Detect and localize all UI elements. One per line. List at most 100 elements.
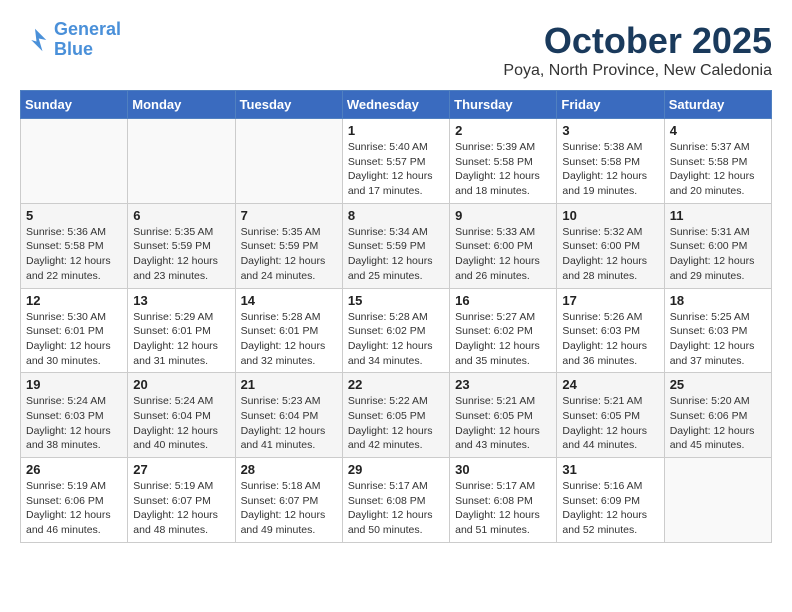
calendar-cell: 29 Sunrise: 5:17 AM Sunset: 6:08 PM Dayli… [342,458,449,543]
day-number: 9 [455,208,551,223]
calendar-cell: 1 Sunrise: 5:40 AM Sunset: 5:57 PM Daylig… [342,119,449,204]
day-info: Sunrise: 5:19 AM Sunset: 6:07 PM Dayligh… [133,479,229,538]
calendar-cell: 3 Sunrise: 5:38 AM Sunset: 5:58 PM Daylig… [557,119,664,204]
calendar-cell: 4Sunrise: 5:37 AM Sunset: 5:58 PM Daylig… [664,119,771,204]
calendar-cell: 26 Sunrise: 5:19 AM Sunset: 6:06 PM Dayli… [21,458,128,543]
title-block: October 2025 Poya, North Province, New C… [503,20,772,80]
calendar-cell: 2Sunrise: 5:39 AM Sunset: 5:58 PM Daylig… [450,119,557,204]
calendar-cell: 21 Sunrise: 5:23 AM Sunset: 6:04 PM Dayli… [235,373,342,458]
day-info: Sunrise: 5:21 AM Sunset: 6:05 PM Dayligh… [455,394,551,453]
logo-text: General Blue [54,20,121,60]
day-info: Sunrise: 5:28 AM Sunset: 6:01 PM Dayligh… [241,310,337,369]
day-number: 25 [670,377,766,392]
day-info: Sunrise: 5:28 AM Sunset: 6:02 PM Dayligh… [348,310,444,369]
location-title: Poya, North Province, New Caledonia [503,62,772,80]
calendar-cell: 24Sunrise: 5:21 AM Sunset: 6:05 PM Dayli… [557,373,664,458]
calendar-cell: 14 Sunrise: 5:28 AM Sunset: 6:01 PM Dayli… [235,288,342,373]
day-number: 18 [670,293,766,308]
day-number: 28 [241,462,337,477]
day-info: Sunrise: 5:37 AM Sunset: 5:58 PM Dayligh… [670,140,766,199]
day-info: Sunrise: 5:40 AM Sunset: 5:57 PM Dayligh… [348,140,444,199]
day-number: 1 [348,123,444,138]
calendar-week-row: 1 Sunrise: 5:40 AM Sunset: 5:57 PM Daylig… [21,119,772,204]
day-number: 7 [241,208,337,223]
calendar-cell: 27 Sunrise: 5:19 AM Sunset: 6:07 PM Dayli… [128,458,235,543]
day-info: Sunrise: 5:20 AM Sunset: 6:06 PM Dayligh… [670,394,766,453]
day-number: 23 [455,377,551,392]
day-info: Sunrise: 5:39 AM Sunset: 5:58 PM Dayligh… [455,140,551,199]
day-number: 8 [348,208,444,223]
calendar-cell: 30 Sunrise: 5:17 AM Sunset: 6:08 PM Dayli… [450,458,557,543]
calendar-cell: 16 Sunrise: 5:27 AM Sunset: 6:02 PM Dayli… [450,288,557,373]
calendar-cell: 19Sunrise: 5:24 AM Sunset: 6:03 PM Dayli… [21,373,128,458]
calendar-table: SundayMondayTuesdayWednesdayThursdayFrid… [20,90,772,543]
day-number: 26 [26,462,122,477]
calendar-cell: 8 Sunrise: 5:34 AM Sunset: 5:59 PM Daylig… [342,203,449,288]
day-info: Sunrise: 5:23 AM Sunset: 6:04 PM Dayligh… [241,394,337,453]
day-info: Sunrise: 5:35 AM Sunset: 5:59 PM Dayligh… [133,225,229,284]
day-info: Sunrise: 5:17 AM Sunset: 6:08 PM Dayligh… [348,479,444,538]
logo-icon [20,25,50,55]
day-number: 6 [133,208,229,223]
day-info: Sunrise: 5:19 AM Sunset: 6:06 PM Dayligh… [26,479,122,538]
day-number: 29 [348,462,444,477]
logo: General Blue [20,20,121,60]
day-number: 20 [133,377,229,392]
calendar-cell: 5 Sunrise: 5:36 AM Sunset: 5:58 PM Daylig… [21,203,128,288]
day-number: 13 [133,293,229,308]
day-info: Sunrise: 5:27 AM Sunset: 6:02 PM Dayligh… [455,310,551,369]
day-info: Sunrise: 5:31 AM Sunset: 6:00 PM Dayligh… [670,225,766,284]
weekday-header: Friday [557,91,664,119]
day-info: Sunrise: 5:38 AM Sunset: 5:58 PM Dayligh… [562,140,658,199]
calendar-cell: 17Sunrise: 5:26 AM Sunset: 6:03 PM Dayli… [557,288,664,373]
weekday-header: Monday [128,91,235,119]
day-number: 17 [562,293,658,308]
day-number: 22 [348,377,444,392]
calendar-week-row: 26 Sunrise: 5:19 AM Sunset: 6:06 PM Dayli… [21,458,772,543]
day-number: 14 [241,293,337,308]
calendar-cell: 23 Sunrise: 5:21 AM Sunset: 6:05 PM Dayli… [450,373,557,458]
calendar-cell: 20 Sunrise: 5:24 AM Sunset: 6:04 PM Dayli… [128,373,235,458]
day-info: Sunrise: 5:24 AM Sunset: 6:03 PM Dayligh… [26,394,122,453]
calendar-week-row: 19Sunrise: 5:24 AM Sunset: 6:03 PM Dayli… [21,373,772,458]
day-info: Sunrise: 5:17 AM Sunset: 6:08 PM Dayligh… [455,479,551,538]
calendar-cell: 25 Sunrise: 5:20 AM Sunset: 6:06 PM Dayli… [664,373,771,458]
weekday-header: Wednesday [342,91,449,119]
day-info: Sunrise: 5:36 AM Sunset: 5:58 PM Dayligh… [26,225,122,284]
day-number: 15 [348,293,444,308]
day-info: Sunrise: 5:33 AM Sunset: 6:00 PM Dayligh… [455,225,551,284]
calendar-cell [128,119,235,204]
day-number: 10 [562,208,658,223]
day-info: Sunrise: 5:35 AM Sunset: 5:59 PM Dayligh… [241,225,337,284]
weekday-header: Tuesday [235,91,342,119]
day-info: Sunrise: 5:18 AM Sunset: 6:07 PM Dayligh… [241,479,337,538]
day-info: Sunrise: 5:29 AM Sunset: 6:01 PM Dayligh… [133,310,229,369]
weekday-header: Sunday [21,91,128,119]
day-info: Sunrise: 5:34 AM Sunset: 5:59 PM Dayligh… [348,225,444,284]
day-number: 12 [26,293,122,308]
calendar-cell: 11 Sunrise: 5:31 AM Sunset: 6:00 PM Dayli… [664,203,771,288]
day-info: Sunrise: 5:25 AM Sunset: 6:03 PM Dayligh… [670,310,766,369]
calendar-cell: 22Sunrise: 5:22 AM Sunset: 6:05 PM Dayli… [342,373,449,458]
day-number: 24 [562,377,658,392]
day-number: 21 [241,377,337,392]
day-info: Sunrise: 5:30 AM Sunset: 6:01 PM Dayligh… [26,310,122,369]
day-number: 16 [455,293,551,308]
calendar-cell [235,119,342,204]
day-number: 30 [455,462,551,477]
day-number: 3 [562,123,658,138]
weekday-header-row: SundayMondayTuesdayWednesdayThursdayFrid… [21,91,772,119]
day-number: 5 [26,208,122,223]
day-number: 27 [133,462,229,477]
day-number: 31 [562,462,658,477]
day-info: Sunrise: 5:16 AM Sunset: 6:09 PM Dayligh… [562,479,658,538]
day-info: Sunrise: 5:24 AM Sunset: 6:04 PM Dayligh… [133,394,229,453]
calendar-cell: 18 Sunrise: 5:25 AM Sunset: 6:03 PM Dayli… [664,288,771,373]
calendar-cell: 15 Sunrise: 5:28 AM Sunset: 6:02 PM Dayli… [342,288,449,373]
day-number: 11 [670,208,766,223]
month-title: October 2025 [503,20,772,62]
calendar-cell: 28 Sunrise: 5:18 AM Sunset: 6:07 PM Dayli… [235,458,342,543]
calendar-cell: 31 Sunrise: 5:16 AM Sunset: 6:09 PM Dayli… [557,458,664,543]
day-info: Sunrise: 5:32 AM Sunset: 6:00 PM Dayligh… [562,225,658,284]
calendar-cell [21,119,128,204]
